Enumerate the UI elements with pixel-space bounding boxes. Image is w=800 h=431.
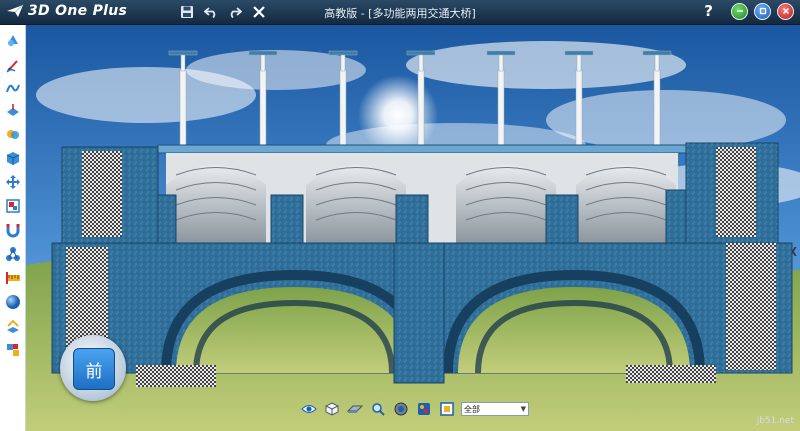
view-plane-icon[interactable] xyxy=(346,401,363,418)
minimize-button[interactable] xyxy=(731,2,748,20)
feature-icon[interactable] xyxy=(4,101,22,119)
chevron-down-icon: ▼ xyxy=(520,405,526,413)
selection-filter-select[interactable]: 全部 ▼ xyxy=(461,402,529,416)
measure-icon[interactable] xyxy=(4,269,22,287)
render-icon[interactable] xyxy=(392,401,409,418)
cube-icon[interactable] xyxy=(4,149,22,167)
front-view-face[interactable]: 前 xyxy=(73,348,115,390)
3d-viewport[interactable]: 前 ❮ xyxy=(26,25,800,431)
title-bar: 3D One Plus 高教版 - [多功能两用交通大桥] ? xyxy=(0,0,800,25)
eye-icon[interactable] xyxy=(300,401,317,418)
window-controls: ? xyxy=(704,2,794,20)
material-icon[interactable] xyxy=(4,317,22,335)
zoom-icon[interactable] xyxy=(369,401,386,418)
app-logo: 3D One Plus xyxy=(6,3,127,19)
close-x-icon[interactable] xyxy=(250,3,268,21)
app-name: 3D One Plus xyxy=(28,3,128,19)
sphere-icon[interactable] xyxy=(4,293,22,311)
close-button[interactable] xyxy=(777,2,794,20)
combine-icon[interactable] xyxy=(4,125,22,143)
selection-filter-value: 全部 xyxy=(464,404,480,414)
bridge-scene xyxy=(26,25,800,431)
assembly-icon[interactable] xyxy=(4,341,22,359)
view-cube-icon[interactable] xyxy=(323,401,340,418)
frame-icon[interactable] xyxy=(438,401,455,418)
undo-icon[interactable] xyxy=(202,3,220,21)
watermark: jb51.net xyxy=(756,416,794,426)
magnet-icon[interactable] xyxy=(4,221,22,239)
left-toolbar xyxy=(0,25,26,431)
restore-button[interactable] xyxy=(754,2,771,20)
view-orientation-button[interactable]: 前 xyxy=(60,335,126,401)
panel-expand-arrow[interactable]: ❮ xyxy=(790,247,798,257)
move-icon[interactable] xyxy=(4,173,22,191)
sketch-icon[interactable] xyxy=(4,57,22,75)
texture-icon[interactable] xyxy=(4,197,22,215)
help-icon[interactable]: ? xyxy=(704,2,713,20)
basic-solid-icon[interactable] xyxy=(4,31,22,49)
save-icon[interactable] xyxy=(178,3,196,21)
paper-plane-icon xyxy=(7,4,24,17)
view-toolbar: 全部 ▼ xyxy=(300,399,529,419)
palette-icon[interactable] xyxy=(415,401,432,418)
redo-icon[interactable] xyxy=(226,3,244,21)
special-function-icon[interactable] xyxy=(4,245,22,263)
quick-toolbar xyxy=(178,3,268,21)
edit-curve-icon[interactable] xyxy=(4,79,22,97)
